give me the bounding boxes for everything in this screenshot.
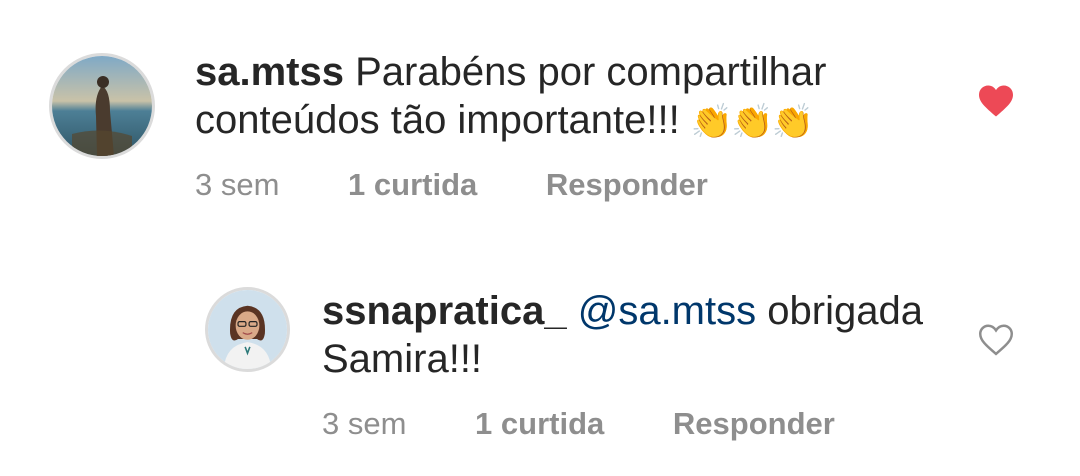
- comment-username[interactable]: sa.mtss: [195, 50, 344, 94]
- comment-text: ssnapratica_ @sa.mtss obrigada Samira!!!: [322, 287, 962, 383]
- comment-username[interactable]: ssnapratica_: [322, 289, 567, 333]
- clapping-hands-emoji: 👏👏👏: [690, 102, 814, 142]
- comment-likes[interactable]: 1 curtida: [475, 406, 604, 442]
- comment-text: sa.mtss Parabéns por compartilhar conteú…: [195, 48, 895, 146]
- comment-meta: 3 sem 1 curtida Responder: [195, 167, 708, 203]
- comment-time: 3 sem: [195, 167, 280, 202]
- heart-filled-icon[interactable]: [977, 84, 1015, 118]
- comment-meta: 3 sem 1 curtida Responder: [322, 406, 835, 442]
- comment-likes[interactable]: 1 curtida: [348, 167, 477, 203]
- reply-button[interactable]: Responder: [546, 167, 708, 203]
- avatar[interactable]: [49, 53, 155, 159]
- avatar[interactable]: [205, 287, 290, 372]
- comment-mention[interactable]: @sa.mtss: [578, 289, 756, 333]
- comment-time: 3 sem: [322, 406, 407, 441]
- reply-button[interactable]: Responder: [673, 406, 835, 442]
- heart-outline-icon[interactable]: [977, 323, 1015, 357]
